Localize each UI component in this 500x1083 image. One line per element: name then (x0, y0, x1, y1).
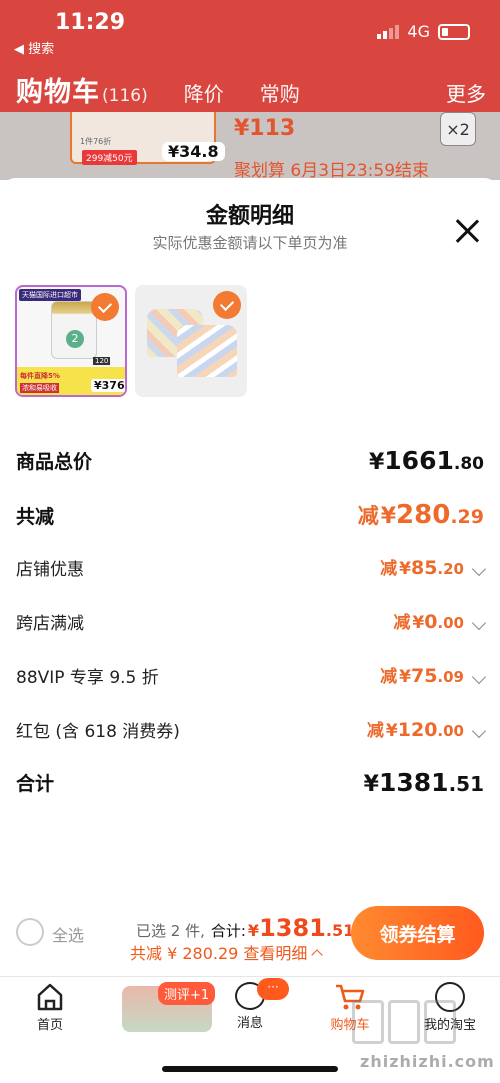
tab-label: 首页 (36, 1018, 63, 1033)
selected-summary: 已选 2 件, 合计: ¥1381.51 (136, 914, 355, 942)
product-thumb-tshirts[interactable] (135, 285, 247, 397)
row-amount: 减 ¥75.09 (380, 662, 487, 688)
status-time: 11:29 (55, 10, 126, 35)
watermark-text: zhizhizhi.com (360, 1052, 495, 1071)
product-tag: 120 (93, 357, 111, 365)
product-badge: 天猫国际进口超市 (19, 289, 81, 301)
checked-icon[interactable] (91, 293, 119, 321)
close-icon[interactable] (454, 218, 480, 244)
item-price: ¥113 (234, 116, 296, 141)
row-amount: ¥1661.80 (368, 446, 484, 475)
network-label: 4G (407, 22, 430, 41)
row-label: 合计 (16, 773, 55, 795)
home-icon (37, 983, 63, 1011)
row-shop-discount[interactable]: 店铺优惠 减 ¥85.20 (16, 554, 487, 580)
row-label: 共减 (16, 505, 55, 528)
row-total-discount: 共减 减 ¥280.29 (16, 500, 484, 530)
chevron-down-icon[interactable] (471, 615, 487, 631)
chevron-down-icon[interactable] (471, 723, 487, 739)
sheet-title: 金额明细 (205, 204, 294, 229)
sheet-subtitle: 实际优惠金额请以下单页为准 (152, 234, 348, 252)
select-all-radio[interactable] (16, 918, 44, 946)
product-price: ¥376.2 (91, 379, 125, 392)
row-label: 店铺优惠 (16, 559, 84, 580)
item-promo-line: 1件76折 (80, 137, 112, 146)
total-label: 合计: (210, 922, 246, 940)
watermark-logo (352, 1000, 456, 1044)
row-total: 合计 ¥1381.51 (16, 768, 484, 797)
checked-icon[interactable] (213, 291, 241, 319)
battery-icon (438, 23, 470, 40)
row-label: 红包 (含 618 消费券) (16, 721, 180, 742)
shirt-image (177, 325, 237, 377)
row-redpack[interactable]: 红包 (含 618 消费券) 减 ¥120.00 (16, 716, 487, 742)
product-thumb-milk[interactable]: 天猫国际进口超市 120 每件直降5% 浓和易吸收 ¥376.2 (15, 285, 127, 397)
selected-count: 已选 2 件, (136, 922, 205, 940)
row-88vip[interactable]: 88VIP 专享 9.5 折 减 ¥75.09 (16, 662, 487, 688)
select-all-label[interactable]: 全选 (52, 922, 84, 946)
row-label: 跨店满减 (16, 613, 84, 634)
row-amount: 减 ¥120.00 (367, 716, 487, 742)
view-detail-toggle[interactable]: 共减 ¥ 280.29 查看明细 (130, 940, 324, 964)
row-amount: 减 ¥280.29 (357, 500, 484, 530)
chevron-down-icon[interactable] (471, 561, 487, 577)
signal-icon (377, 24, 400, 39)
chevron-down-icon[interactable] (471, 669, 487, 685)
discount-summary: 共减 ¥ 280.29 查看明细 (130, 944, 308, 963)
product-promo-1: 每件直降5% (20, 372, 60, 380)
chevron-up-icon (311, 948, 324, 961)
home-indicator (162, 1066, 338, 1072)
item-card-price: ¥34.8 (162, 142, 225, 161)
more-button[interactable]: 更多 (446, 78, 486, 107)
tab-frequent[interactable]: 常购 (260, 78, 300, 107)
tab-label: 消息 (236, 1016, 263, 1031)
item-quantity[interactable]: ×2 (440, 112, 476, 146)
item-promo-coupon: 299减50元 (82, 150, 137, 165)
page-title: 购物车 (16, 77, 100, 108)
tab-home[interactable]: 首页 (5, 982, 95, 1033)
row-cross-shop[interactable]: 跨店满减 减 ¥0.00 (16, 608, 487, 634)
row-label: 商品总价 (16, 451, 93, 473)
row-subtotal: 商品总价 ¥1661.80 (16, 446, 484, 475)
row-label: 88VIP 专享 9.5 折 (16, 667, 159, 688)
total-amount: 1381 (259, 914, 326, 942)
product-promo-2: 浓和易吸收 (20, 383, 59, 393)
tab-price-drop[interactable]: 降价 (184, 78, 224, 107)
status-icons: 4G (377, 22, 470, 41)
row-amount: 减 ¥85.20 (380, 554, 487, 580)
cart-nav-row: 购物车 (116) 降价 常购 更多 (16, 70, 486, 109)
cart-count: (116) (102, 86, 148, 106)
row-amount: ¥1381.51 (363, 768, 484, 797)
back-to-search-link[interactable]: ◀ 搜索 (14, 38, 54, 57)
milk-can-image (51, 301, 97, 359)
checkout-button[interactable]: 领券结算 (351, 906, 484, 960)
message-badge: ··· (257, 978, 289, 1000)
row-amount: 减 ¥0.00 (393, 608, 487, 634)
